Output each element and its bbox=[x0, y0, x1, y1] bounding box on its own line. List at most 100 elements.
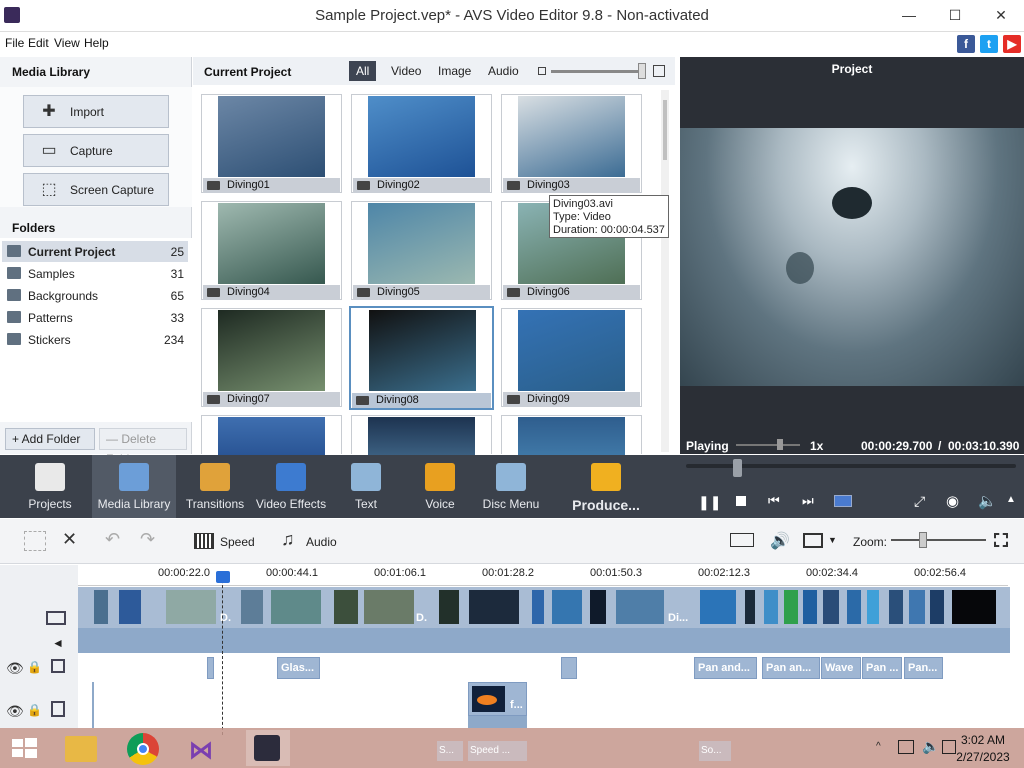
clock-date[interactable]: 2/27/2023 bbox=[952, 750, 1014, 764]
video-clip[interactable] bbox=[166, 590, 216, 624]
playhead-handle[interactable] bbox=[216, 571, 230, 583]
previous-frame-icon[interactable]: ⏮ bbox=[768, 493, 780, 509]
capture-button[interactable]: ▭ Capture bbox=[23, 134, 169, 167]
close-button[interactable]: ✕ bbox=[978, 0, 1024, 30]
effect-clip-glass[interactable]: Glas... bbox=[277, 657, 320, 679]
video-clip[interactable] bbox=[700, 590, 736, 624]
filter-all[interactable]: All bbox=[349, 61, 377, 81]
overlay-track[interactable] bbox=[78, 682, 1010, 728]
media-item-diving09[interactable]: Diving09 bbox=[501, 308, 642, 407]
video-clip[interactable] bbox=[823, 590, 839, 624]
menu-view[interactable]: View bbox=[54, 36, 80, 50]
aspect-dropdown-icon[interactable]: ▼ bbox=[828, 535, 837, 545]
video-clip[interactable] bbox=[334, 590, 358, 624]
audio-mixer-icon[interactable]: 🔊 bbox=[770, 531, 790, 551]
tray-volume-icon[interactable]: 🔈 bbox=[922, 738, 939, 755]
audio-track-icon[interactable]: ◄ bbox=[52, 636, 64, 650]
audio-button[interactable]: Audio bbox=[306, 535, 337, 549]
speed-slider[interactable] bbox=[736, 444, 800, 446]
toolbar-video-effects-button[interactable]: Video Effects bbox=[252, 455, 330, 518]
media-item-diving01[interactable]: Diving01 bbox=[201, 94, 342, 193]
video-clip[interactable] bbox=[532, 590, 544, 624]
effect-clip[interactable] bbox=[207, 657, 214, 679]
video-clip[interactable] bbox=[889, 590, 903, 624]
toolbar-produce-button[interactable]: Produce... bbox=[560, 455, 652, 518]
fullscreen-icon[interactable]: ⤢ bbox=[914, 493, 925, 510]
eye-icon[interactable]: 👁 bbox=[6, 703, 24, 720]
media-item-diving04[interactable]: Diving04 bbox=[201, 201, 342, 300]
filter-image[interactable]: Image bbox=[431, 61, 478, 81]
effect-clip-pan-2[interactable]: Pan... bbox=[904, 657, 943, 679]
video-clip[interactable] bbox=[803, 590, 817, 624]
toolbar-transitions-button[interactable]: Transitions bbox=[180, 455, 250, 518]
video-clip[interactable] bbox=[119, 590, 141, 624]
pause-icon[interactable]: ❚❚ bbox=[698, 494, 721, 511]
delete-folder-button[interactable]: — Delete Folder bbox=[99, 428, 187, 466]
storyboard-icon[interactable] bbox=[24, 531, 46, 551]
windows-start-icon[interactable] bbox=[10, 736, 38, 760]
aspect-ratio-icon[interactable] bbox=[803, 533, 823, 548]
zoom-knob[interactable] bbox=[919, 532, 927, 548]
video-clip[interactable] bbox=[952, 590, 996, 624]
delete-icon[interactable]: ✕ bbox=[62, 529, 77, 550]
preview-video[interactable] bbox=[680, 128, 1024, 386]
folder-backgrounds[interactable]: Backgrounds 65 bbox=[2, 285, 188, 306]
video-clip[interactable] bbox=[364, 590, 414, 624]
small-size-icon[interactable] bbox=[538, 67, 546, 75]
toolbar-media-library-button[interactable]: Media Library bbox=[92, 455, 176, 518]
speed-knob[interactable] bbox=[777, 439, 783, 450]
visual-studio-icon[interactable]: ⋈ bbox=[189, 736, 219, 764]
video-clip[interactable] bbox=[439, 590, 459, 624]
media-item-partial[interactable] bbox=[201, 415, 342, 455]
clock-time[interactable]: 3:02 AM bbox=[958, 733, 1008, 747]
media-item-diving02[interactable]: Diving02 bbox=[351, 94, 492, 193]
media-item-diving05[interactable]: Diving05 bbox=[351, 201, 492, 300]
thumb-size-slider[interactable] bbox=[551, 70, 643, 73]
maximize-button[interactable]: ☐ bbox=[932, 0, 978, 30]
twitter-icon[interactable]: t bbox=[980, 35, 998, 53]
speed-icon[interactable] bbox=[194, 533, 214, 549]
video-clip[interactable] bbox=[847, 590, 861, 624]
chrome-icon[interactable] bbox=[127, 733, 159, 765]
eye-icon[interactable]: 👁 bbox=[6, 660, 24, 677]
scrollbar-thumb[interactable] bbox=[663, 100, 667, 160]
folder-current-project[interactable]: Current Project 25 bbox=[2, 241, 188, 262]
video-clip[interactable] bbox=[241, 590, 263, 624]
menu-edit[interactable]: Edit bbox=[28, 36, 49, 50]
media-item-partial[interactable] bbox=[501, 415, 642, 455]
video-clip[interactable] bbox=[552, 590, 582, 624]
seek-knob[interactable] bbox=[733, 459, 742, 477]
toolbar-disc-menu-button[interactable]: Disc Menu bbox=[476, 455, 546, 518]
video-clip[interactable] bbox=[745, 590, 755, 624]
camera-snapshot-icon[interactable]: ◉ bbox=[946, 492, 959, 510]
lock-icon[interactable]: 🔒 bbox=[27, 660, 42, 674]
toolbar-projects-button[interactable]: Projects bbox=[6, 455, 94, 518]
toolbar-text-button[interactable]: Text bbox=[340, 455, 392, 518]
media-item-diving03[interactable]: Diving03 bbox=[501, 94, 642, 193]
undo-icon[interactable]: ↶ bbox=[105, 529, 120, 550]
video-clip[interactable] bbox=[94, 590, 108, 624]
menu-help[interactable]: Help bbox=[84, 36, 109, 50]
video-clip[interactable] bbox=[867, 590, 879, 624]
effect-clip[interactable] bbox=[561, 657, 577, 679]
youtube-icon[interactable]: ▶ bbox=[1003, 35, 1021, 53]
filter-video[interactable]: Video bbox=[384, 61, 428, 81]
redo-icon[interactable]: ↷ bbox=[140, 529, 155, 550]
folder-patterns[interactable]: Patterns 33 bbox=[2, 307, 188, 328]
minimize-button[interactable]: — bbox=[886, 0, 932, 30]
volume-arrow-icon[interactable]: ▲ bbox=[1006, 494, 1016, 505]
volume-icon[interactable]: 🔈 bbox=[978, 492, 997, 510]
zoom-slider[interactable] bbox=[891, 539, 986, 541]
screen-capture-button[interactable]: ⬚ Screen Capture bbox=[23, 173, 169, 206]
video-clip[interactable] bbox=[469, 590, 519, 624]
tray-arrow-icon[interactable]: ^ bbox=[876, 741, 881, 752]
network-icon[interactable] bbox=[898, 740, 914, 754]
menu-file[interactable]: File bbox=[5, 36, 24, 50]
video-clip[interactable] bbox=[616, 590, 664, 624]
media-item-diving07[interactable]: Diving07 bbox=[201, 308, 342, 407]
video-clip[interactable] bbox=[764, 590, 778, 624]
video-clip[interactable] bbox=[590, 590, 606, 624]
effect-clip-wave[interactable]: Wave bbox=[821, 657, 861, 679]
import-button[interactable]: ✚ Import bbox=[23, 95, 169, 128]
file-explorer-icon[interactable] bbox=[65, 736, 97, 762]
